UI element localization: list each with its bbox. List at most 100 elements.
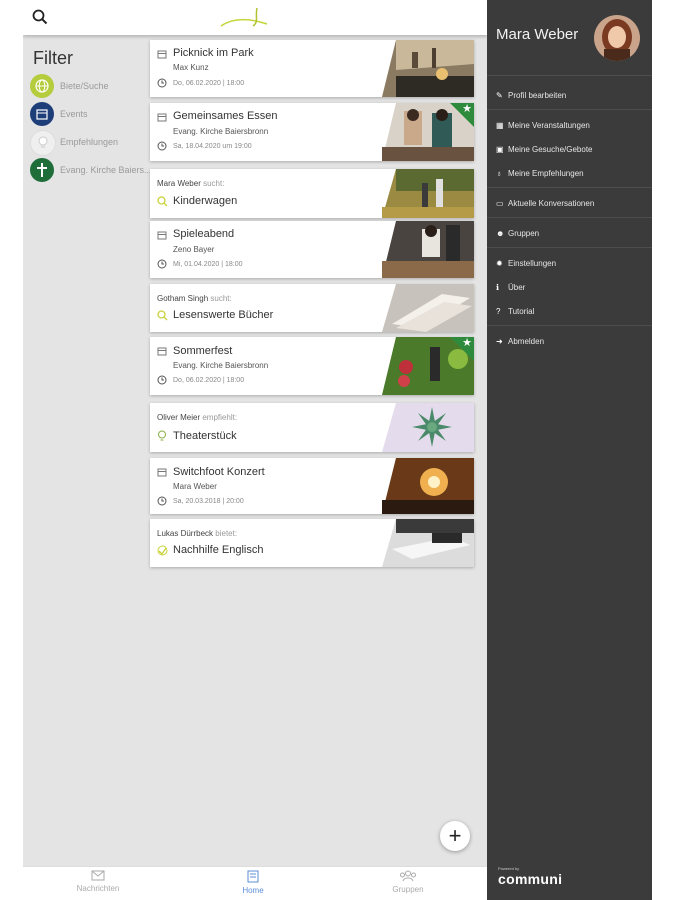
card-organizer: Evang. Kirche Baiersbronn [173,361,269,370]
feed-card-request[interactable]: Gotham Singh sucht: Lesenswerte Bücher [150,284,474,332]
menu-label: Über [508,283,526,292]
card-title: Spieleabend [173,228,235,240]
church-icon [30,158,54,182]
nav-item-nachrichten[interactable]: Nachrichten [58,870,138,893]
main-app: Filter Biete/Suche Events Empfehlungen E… [23,0,487,900]
clock-icon [157,78,167,88]
filter-label: Evang. Kirche Baiers... [60,165,150,175]
feed-card-request[interactable]: Mara Weber sucht: Kinderwagen [150,169,474,218]
menu-item-ueber[interactable]: ℹ Über [496,283,525,292]
search-bar[interactable] [23,0,487,35]
nav-item-home[interactable]: Home [213,870,293,895]
offer-icon [157,545,168,556]
filter-item-events[interactable]: Events [30,102,150,128]
filter-item-empfehlungen[interactable]: Empfehlungen [30,130,150,156]
feed-card-event[interactable]: Picknick im Park Max Kunz Do, 06.02.2020… [150,40,474,97]
search-icon[interactable] [32,9,48,25]
card-user-line: Gotham Singh sucht: [157,294,232,303]
filter-title: Filter [33,48,73,68]
calendar-icon [30,102,54,126]
calendar-icon [157,50,167,59]
nav-label: Nachrichten [76,884,120,893]
nav-label: Home [242,886,264,895]
study-photo [382,519,474,567]
menu-item-empfehlungen[interactable]: ♁ Meine Empfehlungen [496,169,584,178]
books-photo [382,284,474,332]
card-organizer: Evang. Kirche Baiersbronn [173,127,269,136]
feed-card-event[interactable]: Sommerfest Evang. Kirche Baiersbronn Do,… [150,337,474,395]
card-date: Do, 06.02.2020 | 18:00 [173,80,245,87]
menu-label: Einstellungen [508,259,557,268]
clock-icon [157,496,167,506]
filter-label: Biete/Suche [60,81,109,91]
menu-item-abmelden[interactable]: ➜ Abmelden [496,337,544,346]
card-title: Gemeinsames Essen [173,110,278,122]
menu-label: Meine Veranstaltungen [508,121,590,130]
drawer-divider [487,109,652,110]
clock-icon [157,259,167,269]
filter-item-biete-suche[interactable]: Biete/Suche [30,74,150,100]
family-photo [382,169,474,218]
calendar-icon [157,231,167,240]
lightbulb-icon [30,130,56,156]
card-user: Oliver Meier [157,413,201,422]
card-organizer: Zeno Bayer [173,245,215,254]
menu-item-gruppen[interactable]: ☻ Gruppen [496,229,539,238]
card-user-line: Oliver Meier empfiehlt: [157,413,237,422]
card-user: Lukas Dürrbeck [157,529,214,538]
menu-item-veranstaltungen[interactable]: ▦ Meine Veranstaltungen [496,121,590,130]
card-verb: sucht: [203,179,225,188]
card-date: Do, 06.02.2020 | 18:00 [173,377,245,384]
succulent-photo [382,403,474,452]
lightbulb-icon [158,430,166,441]
gift-icon: ▣ [496,145,504,154]
card-verb: empfiehlt: [202,413,238,422]
drawer-divider [487,75,652,76]
calendar-icon: ▦ [496,121,504,130]
nav-item-gruppen[interactable]: Gruppen [368,870,448,894]
star-icon: ★ [462,103,472,115]
filter-label: Events [60,109,88,119]
nav-label: Gruppen [392,885,424,894]
feed-card-event[interactable]: Gemeinsames Essen Evang. Kirche Baiersbr… [150,103,474,161]
mail-icon [91,870,105,881]
calendar-icon [157,347,167,356]
menu-item-profil[interactable]: ✎ Profil bearbeiten [496,91,566,100]
drawer-user-name: Mara Weber [496,26,579,43]
user-avatar[interactable] [594,15,640,61]
card-date: Sa, 20.03.2018 | 20:00 [173,498,244,505]
feed-card-recommendation[interactable]: Oliver Meier empfiehlt: Theaterstück [150,403,474,452]
card-date: Sa, 18.04.2020 um 19:00 [173,143,252,150]
card-user: Gotham Singh [157,294,209,303]
menu-item-einstellungen[interactable]: ✹ Einstellungen [496,259,556,268]
feed-card-event[interactable]: Switchfoot Konzert Mara Weber Sa, 20.03.… [150,458,474,514]
card-title: Sommerfest [173,345,233,357]
feed-card-offer[interactable]: Lukas Dürrbeck bietet: Nachhilfe Englisc… [150,519,474,567]
card-title: Switchfoot Konzert [173,466,265,478]
filter-item-kirche[interactable]: Evang. Kirche Baiers... [30,158,150,184]
feed-card-event[interactable]: Spieleabend Zeno Bayer Mi, 01.04.2020 | … [150,221,474,278]
edit-icon: ✎ [496,91,503,100]
card-user: Mara Weber [157,179,201,188]
lightbulb-icon: ♁ [496,169,502,178]
drawer-divider [487,325,652,326]
clock-icon [157,375,167,385]
concert-photo [382,458,474,514]
card-verb: sucht: [210,294,232,303]
card-title: Kinderwagen [173,195,238,207]
menu-label: Gruppen [508,229,540,238]
menu-item-konversationen[interactable]: ▭ Aktuelle Konversationen [496,199,594,208]
menu-label: Tutorial [508,307,535,316]
menu-item-tutorial[interactable]: ? Tutorial [496,307,534,316]
card-user-line: Mara Weber sucht: [157,179,224,188]
games-photo [382,221,474,278]
clock-icon [157,141,167,151]
question-icon: ? [496,307,501,316]
card-user-line: Lukas Dürrbeck bietet: [157,529,237,538]
menu-label: Profil bearbeiten [508,91,567,100]
star-icon: ★ [462,337,472,349]
bottom-nav: Nachrichten Home Gruppen [23,866,487,900]
globe-icon [30,74,54,98]
add-button[interactable]: + [440,821,470,851]
menu-item-gesuche[interactable]: ▣ Meine Gesuche/Gebote [496,145,593,154]
